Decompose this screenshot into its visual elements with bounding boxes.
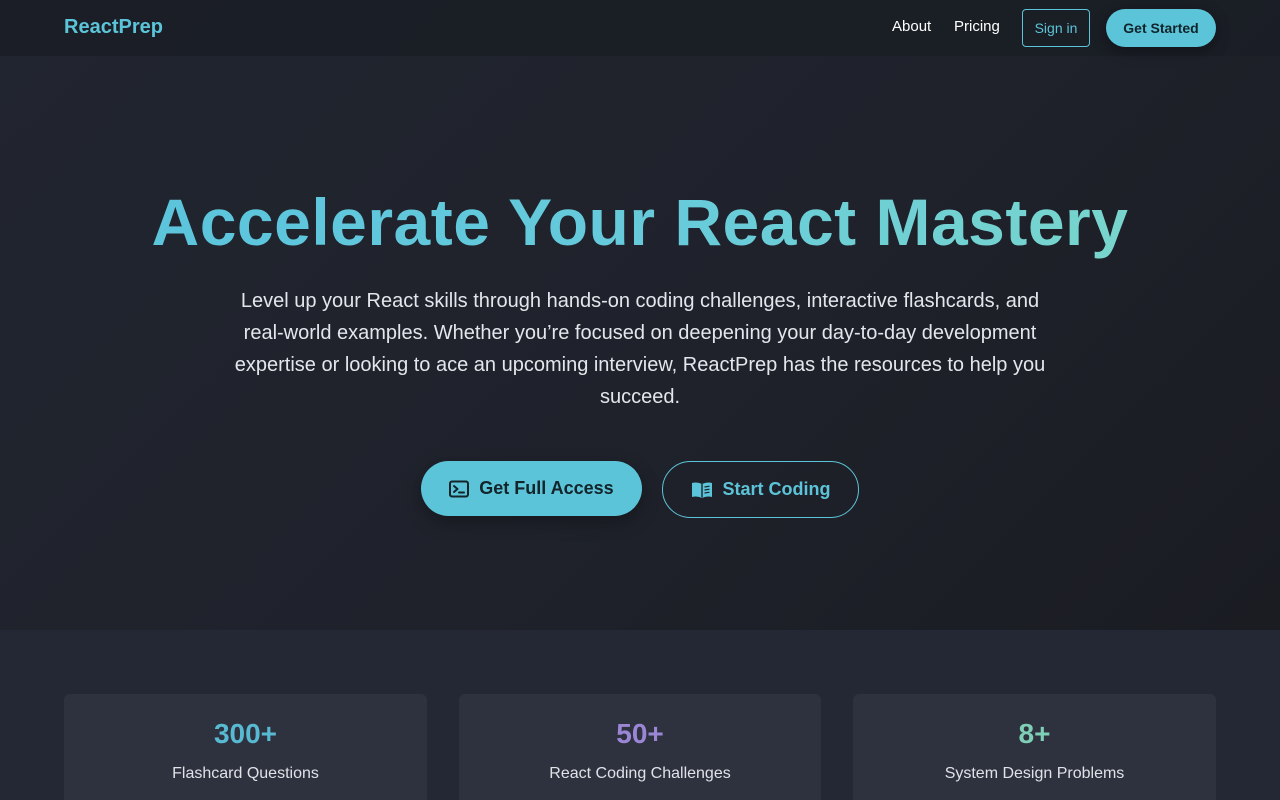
start-coding-label: Start Coding (722, 479, 831, 499)
page: ReactPrep About Pricing Sign in Get Star… (0, 0, 1280, 800)
stat-value: 50+ (616, 718, 664, 749)
stat-card-coding-challenges: 50+ React Coding Challenges (459, 694, 821, 800)
hero-subtitle: Level up your React skills through hands… (234, 290, 1046, 408)
stat-label: React Coding Challenges (549, 765, 731, 782)
top-nav: ReactPrep About Pricing Sign in Get Star… (0, 0, 1280, 56)
stat-value: 300+ (213, 718, 278, 749)
get-full-access-button[interactable]: Get Full Access (421, 461, 642, 516)
stat-card-system-design: 8+ System Design Problems (853, 694, 1216, 800)
stat-card-flashcards: 300+ Flashcard Questions (64, 694, 427, 800)
nav-link-about[interactable]: About (892, 18, 931, 35)
terminal-icon (449, 480, 470, 498)
book-icon (691, 481, 713, 499)
hero-section: ReactPrep About Pricing Sign in Get Star… (0, 0, 1280, 630)
get-full-access-label: Get Full Access (479, 478, 614, 498)
nav-link-pricing[interactable]: Pricing (954, 18, 1000, 35)
stats-section: 300+ Flashcard Questions 50+ React Codin… (0, 630, 1280, 800)
brand-logo[interactable]: ReactPrep (64, 16, 163, 39)
get-started-button[interactable]: Get Started (1106, 9, 1216, 47)
stat-label: Flashcard Questions (172, 765, 319, 782)
hero-title: Accelerate Your React Mastery (0, 184, 1280, 260)
stat-value: 8+ (1018, 718, 1051, 749)
start-coding-button[interactable]: Start Coding (662, 461, 859, 518)
stat-label: System Design Problems (944, 765, 1125, 782)
sign-in-button[interactable]: Sign in (1022, 9, 1090, 47)
